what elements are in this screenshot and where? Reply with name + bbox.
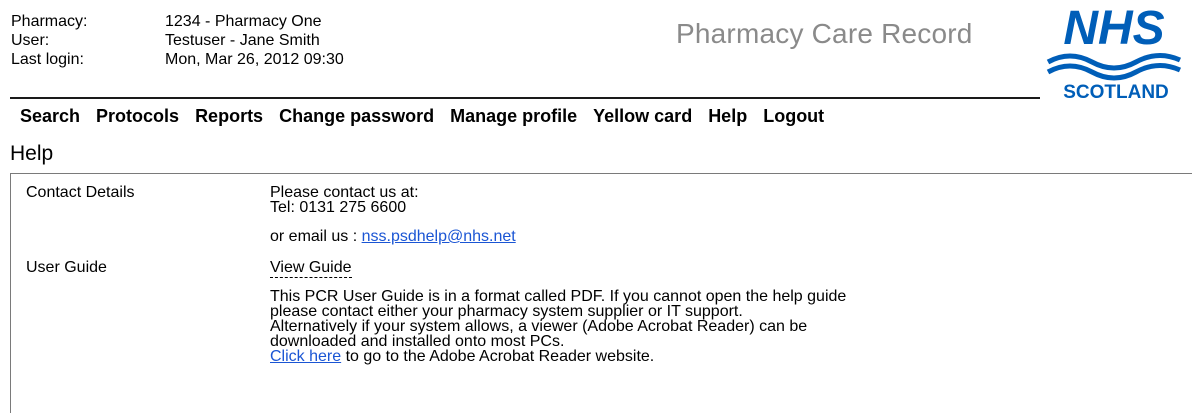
user-value: Testuser - Jane Smith bbox=[165, 32, 320, 49]
guide-desc-line4: downloaded and installed onto most PCs. bbox=[270, 333, 565, 350]
nav-yellow-card[interactable]: Yellow card bbox=[593, 106, 692, 127]
header-divider bbox=[10, 97, 1040, 99]
nav-protocols[interactable]: Protocols bbox=[96, 106, 179, 127]
app-title: Pharmacy Care Record bbox=[676, 18, 973, 49]
last-login-label: Last login: bbox=[11, 51, 84, 68]
main-nav: Search Protocols Reports Change password… bbox=[20, 106, 840, 127]
user-row: User: Testuser - Jane Smith bbox=[11, 31, 344, 50]
session-info: Pharmacy: 1234 - Pharmacy One User: Test… bbox=[11, 12, 344, 69]
adobe-link-suffix: to go to the Adobe Acrobat Reader websit… bbox=[341, 348, 655, 365]
logo-scotland-text: SCOTLAND bbox=[1063, 82, 1169, 103]
guide-desc-line5: Click here to go to the Adobe Acrobat Re… bbox=[270, 348, 655, 365]
guide-desc-line1: This PCR User Guide is in a format calle… bbox=[270, 288, 847, 305]
nav-change-password[interactable]: Change password bbox=[279, 106, 434, 127]
user-label: User: bbox=[11, 32, 50, 49]
view-guide-link[interactable]: View Guide bbox=[270, 259, 352, 278]
contact-details-label: Contact Details bbox=[26, 184, 135, 201]
view-guide-wrap: View Guide bbox=[270, 259, 352, 278]
contact-phone: Tel: 0131 275 6600 bbox=[270, 199, 407, 216]
guide-desc-line3: Alternatively if your system allows, a v… bbox=[270, 318, 808, 335]
nav-reports[interactable]: Reports bbox=[195, 106, 263, 127]
email-link[interactable]: nss.psdhelp@nhs.net bbox=[362, 228, 516, 245]
page-title: Help bbox=[10, 142, 54, 165]
nhs-scotland-logo: NHS SCOTLAND bbox=[1046, 2, 1182, 103]
nav-manage-profile[interactable]: Manage profile bbox=[450, 106, 577, 127]
email-prefix: or email us : bbox=[270, 228, 362, 245]
adobe-click-here-link[interactable]: Click here bbox=[270, 348, 341, 365]
nav-search[interactable]: Search bbox=[20, 106, 80, 127]
last-login-value: Mon, Mar 26, 2012 09:30 bbox=[165, 51, 344, 68]
pharmacy-label: Pharmacy: bbox=[11, 13, 88, 30]
logo-nhs-text: NHS bbox=[1063, 2, 1164, 55]
pharmacy-value: 1234 - Pharmacy One bbox=[165, 13, 322, 30]
contact-intro: Please contact us at: bbox=[270, 184, 419, 201]
nav-logout[interactable]: Logout bbox=[763, 106, 824, 127]
last-login-row: Last login: Mon, Mar 26, 2012 09:30 bbox=[11, 50, 344, 69]
pharmacy-row: Pharmacy: 1234 - Pharmacy One bbox=[11, 12, 344, 31]
guide-desc-line2: please contact either your pharmacy syst… bbox=[270, 303, 743, 320]
nav-help[interactable]: Help bbox=[708, 106, 747, 127]
contact-email-line: or email us : nss.psdhelp@nhs.net bbox=[270, 228, 516, 245]
help-panel: Contact Details Please contact us at: Te… bbox=[10, 173, 1192, 413]
user-guide-label: User Guide bbox=[26, 259, 107, 276]
